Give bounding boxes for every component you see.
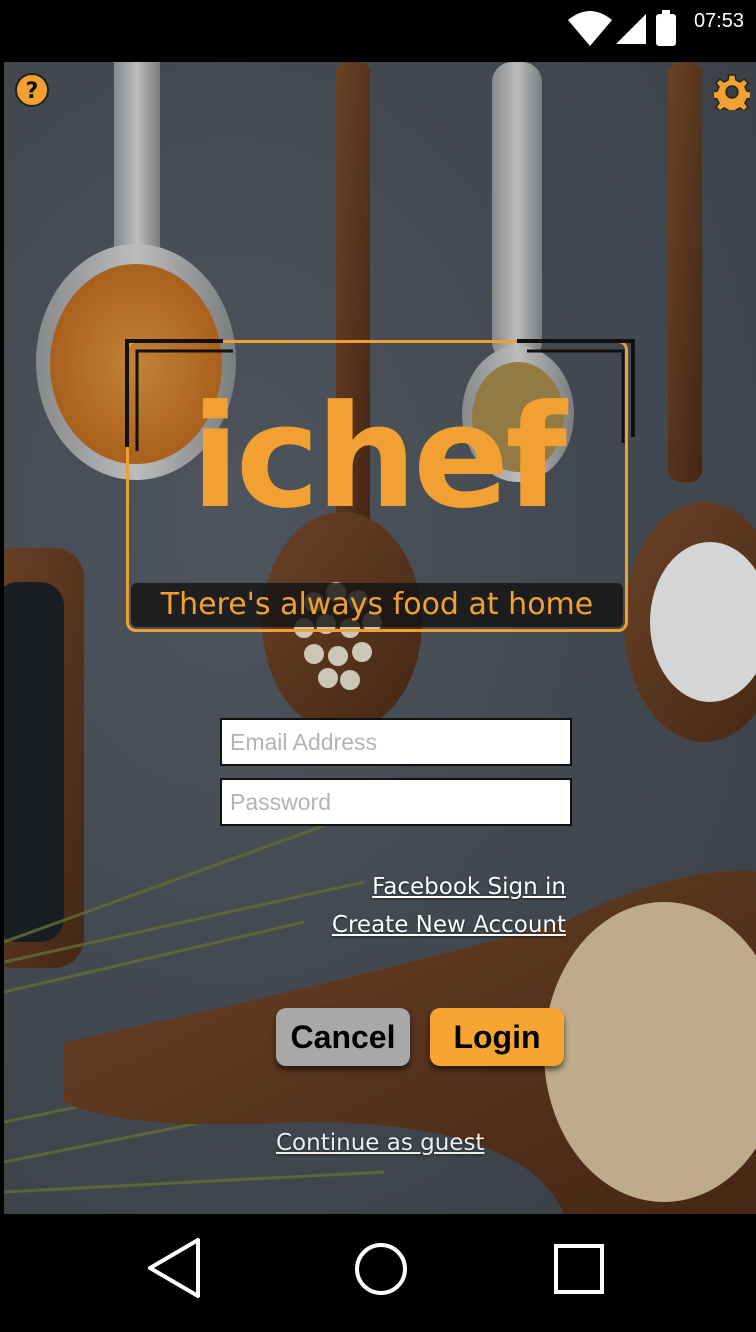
gear-icon[interactable] bbox=[714, 74, 750, 110]
wifi-icon bbox=[568, 11, 612, 46]
status-icons bbox=[568, 10, 676, 46]
battery-icon bbox=[656, 10, 676, 46]
status-bar: 07:53 bbox=[0, 0, 756, 62]
status-time: 07:53 bbox=[693, 10, 744, 32]
login-button[interactable]: Login bbox=[430, 1008, 564, 1066]
email-field[interactable] bbox=[220, 718, 572, 766]
login-screen: ? ichef There's always food at home Face… bbox=[4, 62, 756, 1214]
logo-frame: ichef There's always food at home bbox=[125, 339, 635, 632]
cancel-button[interactable]: Cancel bbox=[276, 1008, 410, 1066]
password-field[interactable] bbox=[220, 778, 572, 826]
continue-as-guest-link[interactable]: Continue as guest bbox=[276, 1130, 484, 1156]
signal-icon bbox=[616, 14, 646, 44]
app-logo-title: ichef bbox=[190, 375, 567, 540]
navigation-bar bbox=[0, 1214, 756, 1332]
app-tagline: There's always food at home bbox=[131, 583, 623, 627]
home-icon[interactable] bbox=[346, 1234, 416, 1304]
svg-text:?: ? bbox=[26, 79, 39, 104]
recents-icon[interactable] bbox=[544, 1234, 614, 1304]
facebook-signin-link[interactable]: Facebook Sign in bbox=[372, 874, 566, 900]
back-icon[interactable] bbox=[140, 1234, 210, 1304]
help-icon[interactable]: ? bbox=[14, 72, 50, 108]
create-account-link[interactable]: Create New Account bbox=[332, 912, 566, 938]
